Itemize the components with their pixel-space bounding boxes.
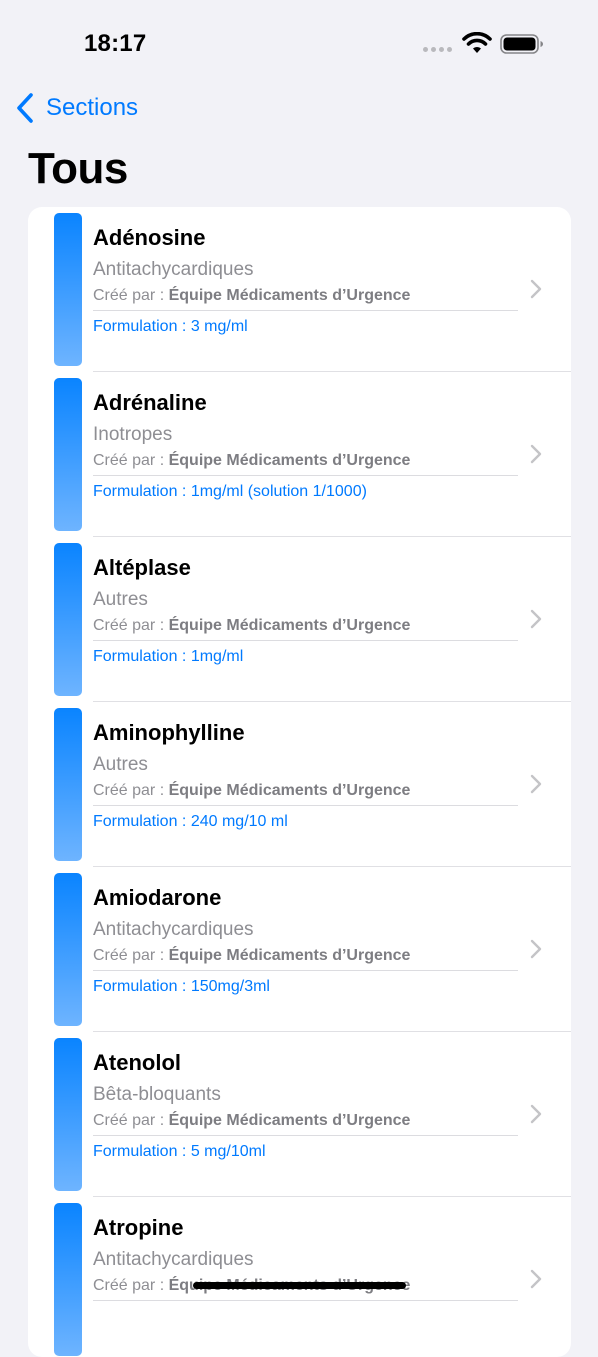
category-color-bar [54, 378, 82, 531]
status-time: 18:17 [84, 30, 147, 57]
status-bar: 18:17 [0, 0, 598, 88]
medication-author: Créé par : Équipe Médicaments d’Urgence [93, 1112, 410, 1130]
category-color-bar [54, 1038, 82, 1191]
medication-author: Créé par : Équipe Médicaments d’Urgence [93, 452, 410, 470]
list-item[interactable]: Atenolol Bêta-bloquants Créé par : Équipe … [28, 1032, 571, 1197]
medication-name: Altéplase [93, 555, 191, 580]
home-indicator[interactable] [193, 1282, 406, 1289]
formulation-value: 1mg/ml (solution 1/1000) [190, 483, 367, 500]
medication-formulation: Formulation : 1mg/ml (solution 1/1000) [93, 483, 367, 501]
medication-formulation: Formulation : 3 mg/ml [93, 318, 248, 336]
row-inner-divider [93, 1135, 518, 1136]
author-name: Équipe Médicaments d’Urgence [168, 1112, 411, 1129]
row-inner-divider [93, 640, 518, 641]
battery-icon [500, 34, 543, 54]
author-prefix: Créé par : [93, 452, 165, 469]
medication-author: Créé par : Équipe Médicaments d’Urgence [93, 617, 410, 635]
author-name: Équipe Médicaments d’Urgence [168, 617, 411, 634]
medication-author: Créé par : Équipe Médicaments d’Urgence [93, 947, 410, 965]
wifi-icon [462, 32, 492, 53]
formulation-prefix: Formulation : [93, 978, 187, 995]
category-color-bar [54, 708, 82, 861]
formulation-prefix: Formulation : [93, 318, 187, 335]
author-prefix: Créé par : [93, 287, 165, 304]
cellular-signal-icon [423, 47, 452, 52]
author-prefix: Créé par : [93, 947, 165, 964]
row-inner-divider [93, 970, 518, 971]
medication-category: Autres [93, 589, 148, 610]
formulation-value: 1mg/ml [190, 648, 244, 665]
medication-author: Créé par : Équipe Médicaments d’Urgence [93, 287, 410, 305]
author-prefix: Créé par : [93, 617, 165, 634]
author-prefix: Créé par : [93, 1277, 165, 1294]
chevron-right-icon [530, 939, 542, 959]
medication-category: Inotropes [93, 424, 173, 445]
formulation-value: 3 mg/ml [190, 318, 248, 335]
formulation-prefix: Formulation : [93, 483, 187, 500]
list-item[interactable]: AtropineAntitachycardiquesCréé par : Équ… [28, 1197, 571, 1357]
chevron-right-icon [530, 1104, 542, 1124]
back-button[interactable]: Sections [14, 90, 138, 126]
medication-category: Antitachycardiques [93, 919, 254, 940]
list-item[interactable]: Adrénaline Inotropes Créé par : Équipe Méd… [28, 372, 571, 537]
list-item[interactable]: Adénosine Antitachycardiques Créé par : Éq… [28, 207, 571, 372]
chevron-right-icon [530, 1269, 542, 1289]
medication-category: Antitachycardiques [93, 1249, 254, 1270]
author-prefix: Créé par : [93, 782, 165, 799]
medication-formulation: Formulation : 240 mg/10 ml [93, 813, 288, 831]
list-item[interactable]: Amiodarone Antitachycardiques Créé par : É… [28, 867, 571, 1032]
row-inner-divider [93, 1300, 518, 1301]
row-inner-divider [93, 805, 518, 806]
back-button-label: Sections [46, 94, 139, 121]
author-prefix: Créé par : [93, 1112, 165, 1129]
list-item[interactable]: Aminophylline Autres Créé par : Équipe Méd… [28, 702, 571, 867]
medication-formulation: Formulation : 150mg/3ml [93, 978, 270, 996]
medication-category: Bêta-bloquants [93, 1084, 221, 1105]
medication-formulation: Formulation : 1mg/ml [93, 648, 243, 666]
category-color-bar [54, 213, 82, 366]
formulation-value: 5 mg/10ml [190, 1143, 266, 1160]
medication-name: Aminophylline [93, 720, 245, 745]
medication-name: Atropine [93, 1215, 184, 1240]
page-title: Tous [28, 144, 128, 193]
chevron-right-icon [530, 774, 542, 794]
author-name: Équipe Médicaments d’Urgence [168, 452, 411, 469]
author-name: Équipe Médicaments d’Urgence [168, 287, 411, 304]
chevron-right-icon [530, 444, 542, 464]
chevron-right-icon [530, 279, 542, 299]
medication-formulation: Formulation : 5 mg/10ml [93, 1143, 266, 1161]
formulation-value: 150mg/3ml [190, 978, 270, 995]
medication-author: Créé par : Équipe Médicaments d’Urgence [93, 782, 410, 800]
medication-name: Amiodarone [93, 885, 222, 910]
medication-category: Antitachycardiques [93, 259, 254, 280]
category-color-bar [54, 1203, 82, 1356]
row-inner-divider [93, 475, 518, 476]
formulation-prefix: Formulation : [93, 648, 187, 665]
medication-name: Adrénaline [93, 390, 207, 415]
category-color-bar [54, 873, 82, 1026]
category-color-bar [54, 543, 82, 696]
chevron-right-icon [530, 609, 542, 629]
row-inner-divider [93, 310, 518, 311]
formulation-prefix: Formulation : [93, 1143, 187, 1160]
author-name: Équipe Médicaments d’Urgence [168, 782, 411, 799]
medication-list: Adénosine Antitachycardiques Créé par : Éq… [28, 207, 571, 1357]
list-item[interactable]: Altéplase Autres Créé par : Équipe Médicam… [28, 537, 571, 702]
author-name: Équipe Médicaments d’Urgence [168, 947, 411, 964]
medication-category: Autres [93, 754, 148, 775]
formulation-prefix: Formulation : [93, 813, 187, 830]
medication-name: Atenolol [93, 1050, 181, 1075]
medication-name: Adénosine [93, 225, 206, 250]
chevron-left-icon [17, 93, 33, 123]
formulation-value: 240 mg/10 ml [190, 813, 288, 830]
